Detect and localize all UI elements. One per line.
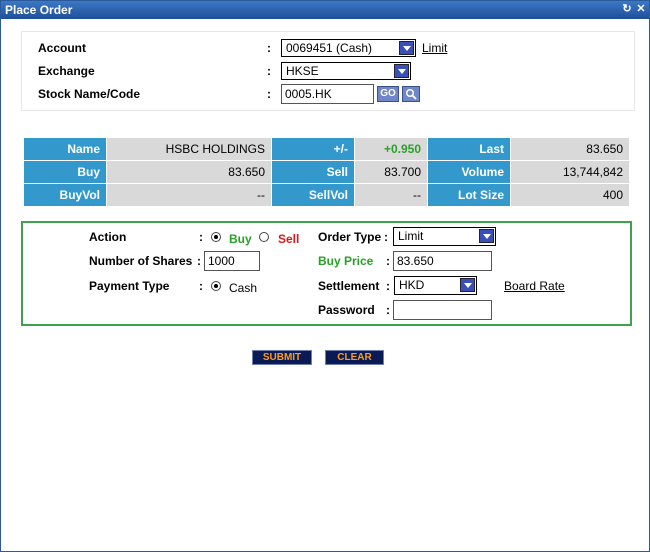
account-select[interactable]: 0069451 (Cash) [281,39,416,57]
order-type-select[interactable]: Limit [393,227,496,246]
cash-radio[interactable] [211,281,221,291]
exchange-colon: : [267,64,271,78]
name-header: Name [23,137,107,161]
clear-button[interactable]: CLEAR [325,350,384,365]
password-label: Password [318,303,375,317]
change-header: +/- [271,137,355,161]
payment-label: Payment Type [89,279,170,293]
account-label: Account [38,41,86,55]
chevron-down-icon[interactable] [399,41,414,55]
buy-price-colon: : [386,254,390,268]
shares-colon: : [197,254,201,268]
order-type-label: Order Type [318,230,382,244]
buyvol-header: BuyVol [23,183,107,207]
settlement-value: HKD [399,278,425,292]
stock-label: Stock Name/Code [38,87,141,101]
name-value: HSBC HOLDINGS [106,137,272,161]
table-row: Buy 83.650 Sell 83.700 Volume 13,744,842 [23,160,630,184]
action-label: Action [89,230,127,244]
lotsize-value: 400 [510,183,630,207]
lotsize-header: Lot Size [427,183,511,207]
buy-value: 83.650 [106,160,272,184]
chevron-down-icon[interactable] [394,64,409,78]
title-bar: Place Order ↻ ✕ [1,1,649,19]
buy-header: Buy [23,160,107,184]
chevron-down-icon[interactable] [479,229,494,243]
last-value: 83.650 [510,137,630,161]
account-colon: : [267,41,271,55]
settlement-label: Settlement [318,279,380,293]
volume-header: Volume [427,160,511,184]
stock-code-value: 0005.HK [285,87,332,101]
close-icon[interactable]: ✕ [635,3,647,15]
order-type-value: Limit [398,229,424,243]
buyvol-value: -- [106,183,272,207]
shares-label: Number of Shares [89,254,193,268]
stock-code-input[interactable]: 0005.HK [281,84,374,104]
order-type-colon: : [384,230,388,244]
buy-radio-label: Buy [229,232,252,246]
password-colon: : [386,303,390,317]
sell-value: 83.700 [354,160,428,184]
sellvol-value: -- [354,183,428,207]
stock-colon: : [267,87,271,101]
board-rate-link[interactable]: Board Rate [504,279,565,293]
exchange-select[interactable]: HKSE [281,62,411,80]
settlement-colon: : [386,279,390,293]
account-select-value: 0069451 (Cash) [286,41,373,55]
quote-table: Name HSBC HOLDINGS +/- +0.950 Last 83.65… [23,137,630,207]
volume-value: 13,744,842 [510,160,630,184]
settlement-select[interactable]: HKD [394,276,477,295]
exchange-label: Exchange [38,64,95,78]
go-button[interactable]: GO [377,86,399,102]
place-order-window: Place Order ↻ ✕ Account : 0069451 (Cash)… [0,0,650,552]
limit-link[interactable]: Limit [422,41,447,55]
exchange-select-value: HKSE [286,64,319,78]
buy-price-label: Buy Price [318,254,374,268]
change-value: +0.950 [354,137,428,161]
last-header: Last [427,137,511,161]
buy-price-value: 83.650 [397,254,434,268]
table-row: BuyVol -- SellVol -- Lot Size 400 [23,183,630,207]
submit-button[interactable]: SUBMIT [252,350,312,365]
search-icon[interactable] [402,86,420,102]
sell-radio-label: Sell [278,232,300,246]
password-input[interactable] [393,300,492,320]
window-title: Place Order [5,3,73,17]
table-row: Name HSBC HOLDINGS +/- +0.950 Last 83.65… [23,137,630,161]
cash-radio-label: Cash [229,281,258,295]
payment-colon: : [199,279,203,293]
shares-input[interactable]: 1000 [204,251,260,271]
chevron-down-icon[interactable] [460,278,475,292]
buy-price-input[interactable]: 83.650 [393,251,492,271]
sellvol-header: SellVol [271,183,355,207]
sell-header: Sell [271,160,355,184]
sell-radio[interactable] [259,232,269,242]
buy-radio[interactable] [211,232,221,242]
refresh-icon[interactable]: ↻ [621,3,633,15]
shares-value: 1000 [208,254,235,268]
action-colon: : [199,230,203,244]
